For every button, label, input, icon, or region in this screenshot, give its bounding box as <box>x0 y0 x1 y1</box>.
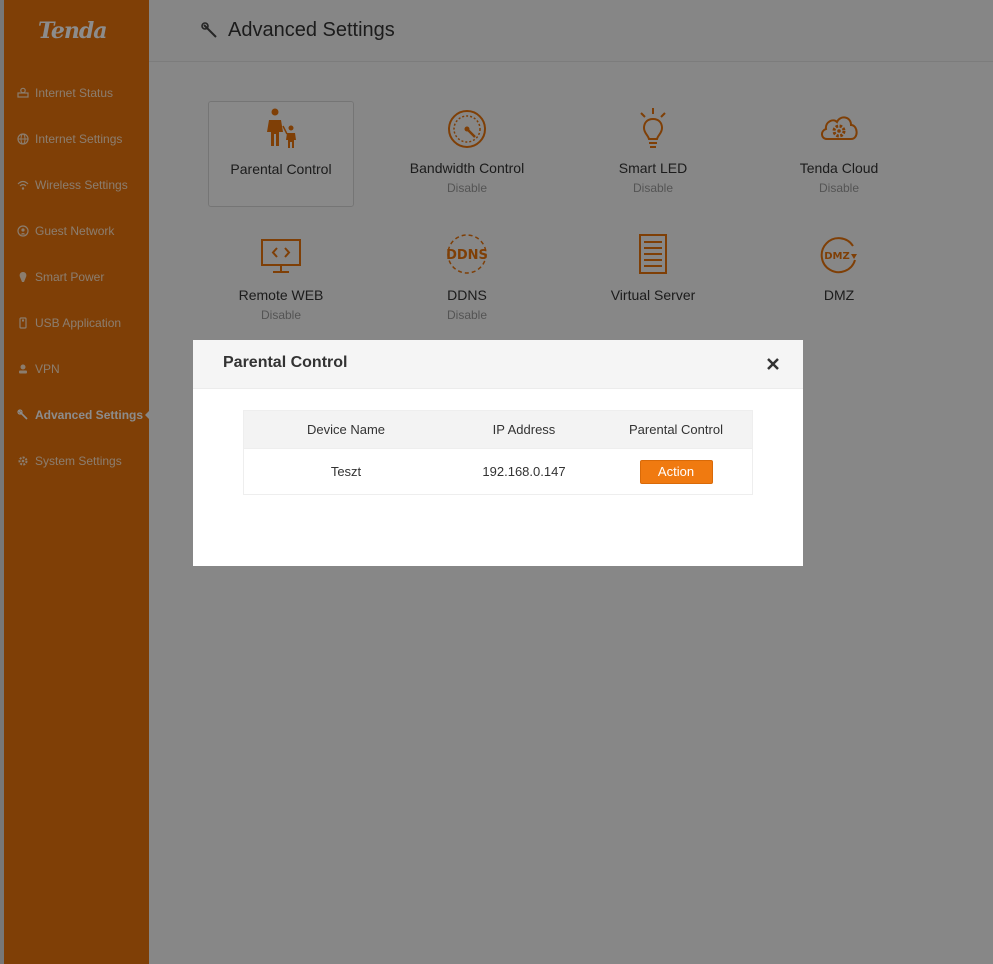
column-header-parental-control: Parental Control <box>629 422 723 437</box>
dialog-header: Parental Control <box>193 340 803 389</box>
close-icon[interactable] <box>763 354 783 374</box>
column-header-device-name: Device Name <box>306 422 386 437</box>
column-header-ip-address: IP Address <box>492 422 556 437</box>
parental-control-cell: Action <box>600 459 752 484</box>
table-row: Teszt 192.168.0.147 Action <box>244 448 752 494</box>
action-button[interactable]: Action <box>639 459 713 484</box>
device-table: Device Name IP Address Parental Control … <box>243 410 753 495</box>
ip-address-cell: 192.168.0.147 <box>482 464 566 479</box>
dialog-title: Parental Control <box>223 354 348 371</box>
table-header-row: Device Name IP Address Parental Control <box>244 411 752 448</box>
device-name-cell: Teszt <box>330 464 362 479</box>
parental-control-dialog: Parental Control Device Name IP Address … <box>193 340 803 566</box>
